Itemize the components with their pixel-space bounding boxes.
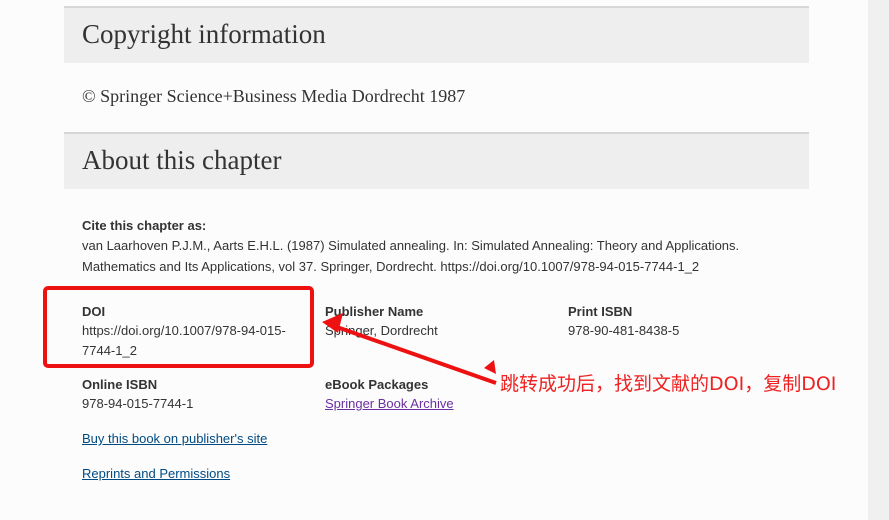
annotation-arrow-shaft <box>333 324 497 385</box>
annotation-arrow-tail <box>484 360 496 374</box>
annotation-text: 跳转成功后，找到文献的DOI，复制DOI <box>500 373 837 395</box>
annotation-arrow <box>322 313 497 385</box>
